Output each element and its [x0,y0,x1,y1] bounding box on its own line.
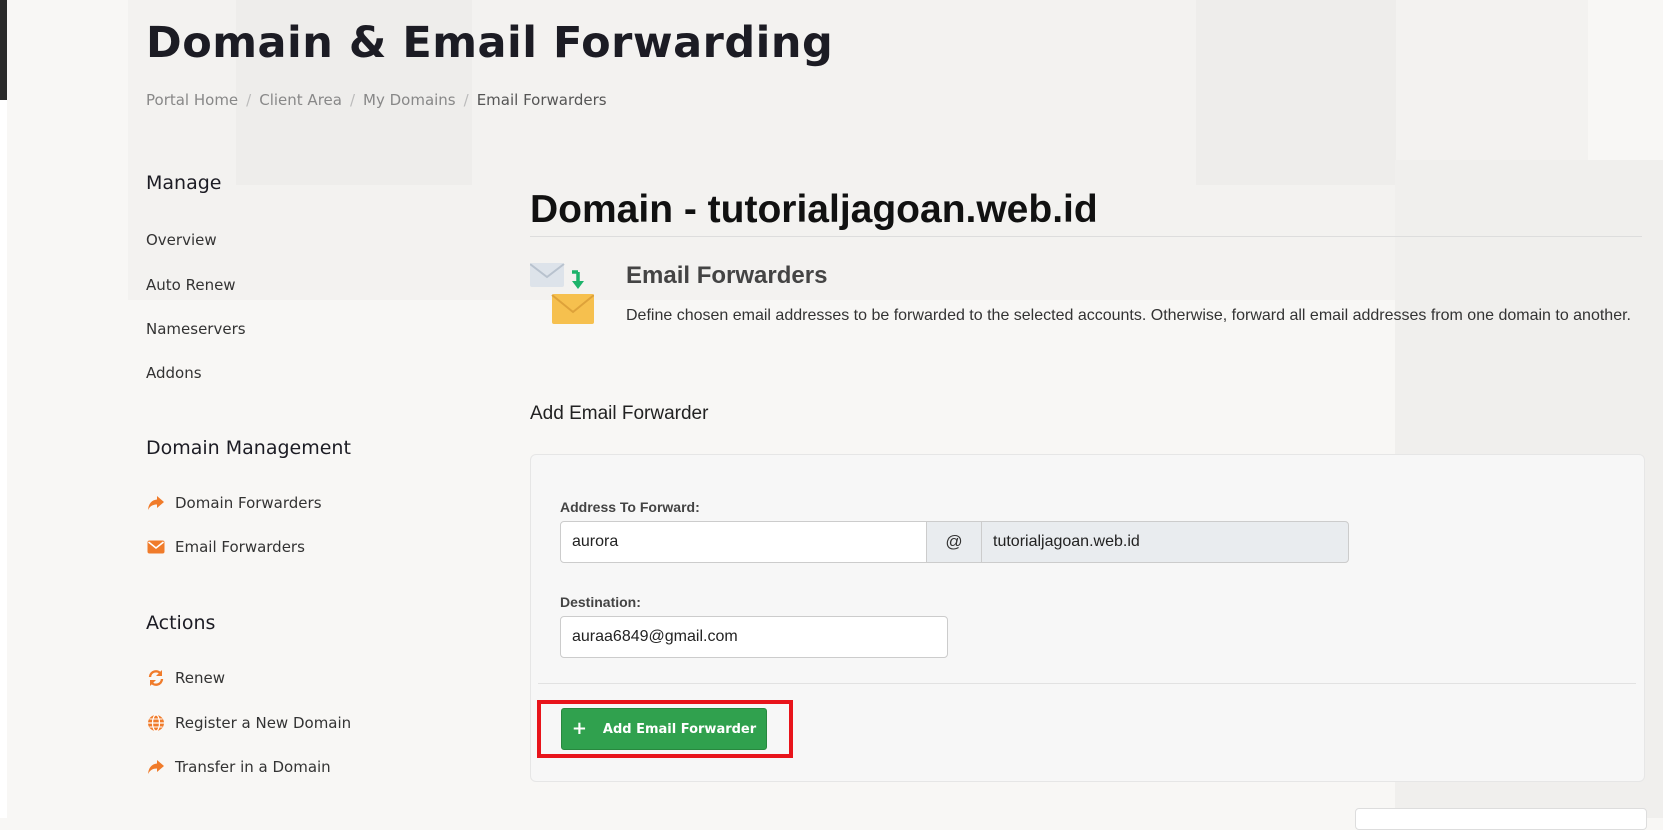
sidebar-item-overview[interactable]: Overview [146,231,217,249]
share-arrow-icon [146,493,166,513]
globe-icon [146,713,166,733]
at-symbol-addon: @ [926,521,982,563]
add-forwarder-heading: Add Email Forwarder [530,403,709,424]
breadcrumb: Portal Home / Client Area / My Domains / Email… [146,91,607,109]
address-to-forward-label: Address To Forward: [560,499,700,515]
title-divider [530,236,1642,237]
sidebar-item-transfer-domain[interactable]: Transfer in a Domain [146,757,331,777]
sidebar-item-label: Renew [175,669,225,687]
sidebar-item-email-forwarders[interactable]: Email Forwarders [146,537,305,557]
address-input[interactable]: aurora [560,521,927,563]
form-divider [538,683,1636,684]
breadcrumb-my-domains[interactable]: My Domains [363,91,456,109]
sidebar-item-register-domain[interactable]: Register a New Domain [146,713,351,733]
section-heading: Email Forwarders [626,262,828,289]
destination-label: Destination: [560,594,641,610]
page-title: Domain & Email Forwarding [146,18,834,68]
sidebar-item-auto-renew[interactable]: Auto Renew [146,276,236,294]
email-forward-icon [529,262,595,326]
sidebar-heading-manage: Manage [146,172,222,194]
left-edge-dark-block [0,0,7,100]
breadcrumb-portal-home[interactable]: Portal Home [146,91,238,109]
add-email-forwarder-label: Add Email Forwarder [602,721,757,737]
sidebar-item-nameservers[interactable]: Nameservers [146,320,246,338]
breadcrumb-separator: / [463,91,469,109]
destination-input[interactable]: auraa6849@gmail.com [560,616,948,658]
sidebar-item-addons[interactable]: Addons [146,364,202,382]
sidebar-heading-domain-management: Domain Management [146,437,351,459]
left-edge-strip [0,0,7,818]
share-arrow-icon [146,757,166,777]
breadcrumb-separator: / [349,91,356,109]
domain-title: Domain - tutorialjagoan.web.id [530,188,1098,231]
domain-readonly-field: tutorialjagoan.web.id [981,521,1349,563]
sidebar-item-renew[interactable]: Renew [146,668,225,688]
sidebar-item-label: Domain Forwarders [175,494,322,512]
sidebar-item-label: Email Forwarders [175,538,305,556]
header-background-shape [1196,0,1396,185]
sidebar-item-label: Register a New Domain [175,714,352,732]
sidebar-item-domain-forwarders[interactable]: Domain Forwarders [146,493,322,513]
partial-box [1355,808,1647,830]
envelope-icon [146,537,166,557]
section-description: Define chosen email addresses to be forw… [626,307,1631,324]
breadcrumb-current: Email Forwarders [476,91,607,109]
plus-icon: + [571,718,587,739]
breadcrumb-client-area[interactable]: Client Area [259,91,342,109]
sidebar-heading-actions: Actions [146,612,216,634]
refresh-icon [146,668,166,688]
add-email-forwarder-button[interactable]: + Add Email Forwarder [561,708,767,750]
breadcrumb-separator: / [246,91,252,109]
sidebar-item-label: Transfer in a Domain [175,758,331,776]
